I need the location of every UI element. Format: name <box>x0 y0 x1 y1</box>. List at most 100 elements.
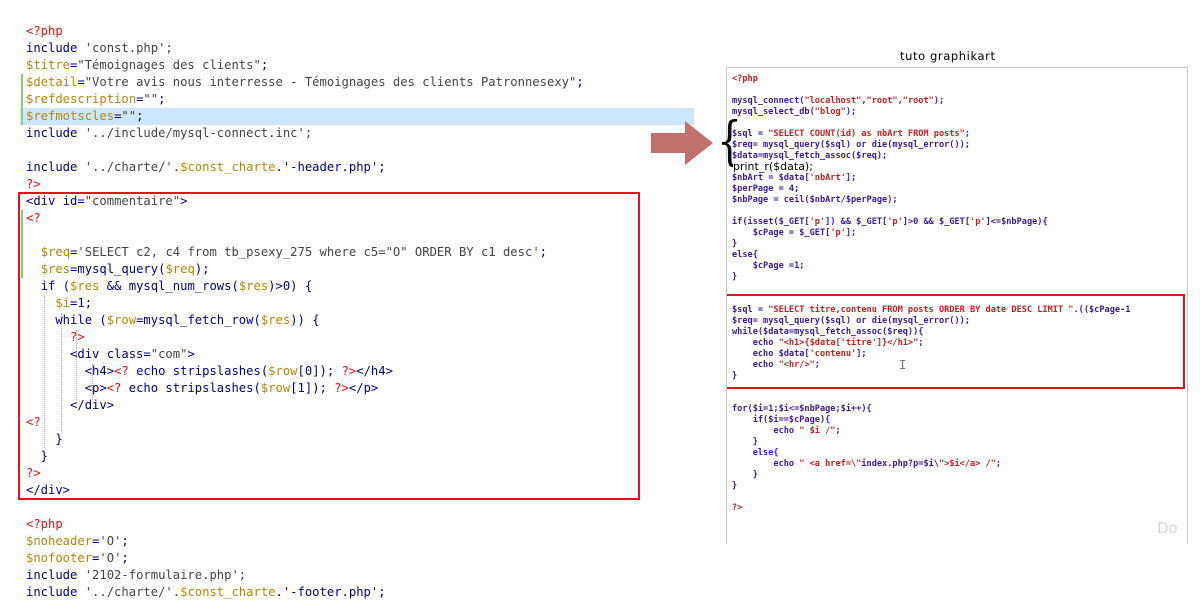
tutorial-code-line: for($i=1;$i<=$nbPage;$i++){ <box>732 404 872 414</box>
code-token: ; <box>260 58 269 72</box>
code-token: ; <box>121 551 129 565</box>
tutorial-code-line: mysql_select_db("blog"); <box>732 107 857 117</box>
code-token: 'O' <box>99 551 122 565</box>
code-line: </div> <box>26 482 70 499</box>
watermark: Do <box>1157 519 1178 537</box>
code-token: "" <box>121 109 137 123</box>
tutorial-code-line: mysql_connect("localhost","root","root")… <box>732 96 945 106</box>
tutorial-code-line: } <box>732 437 758 447</box>
code-token: "Votre avis nous interresse - Témoignage… <box>84 75 577 89</box>
code-token: =mysql_fetch_row( <box>136 313 261 327</box>
code-token: = <box>77 75 85 89</box>
code-line: include '../charte/'.$const_charte.'-hea… <box>26 159 386 176</box>
tutorial-code-line: $req= mysql_query($sql) or die(mysql_err… <box>732 140 970 150</box>
print-r-annotation: print_r($data); <box>733 160 815 173</box>
code-token: ; <box>539 245 547 259</box>
code-line: $req='SELECT c2, c4 from tb_psexy_275 wh… <box>26 244 547 261</box>
code-line: $titre="Témoignages des clients"; <box>26 57 268 74</box>
tutorial-code-line: $cPage = $_GET['p']; <box>732 228 857 238</box>
tutorial-code-line: <?php <box>732 74 758 84</box>
code-line: <div class="com"> <box>26 346 195 363</box>
tutorial-code-line: $cPage =1; <box>732 261 805 271</box>
code-token: $nofooter <box>26 551 93 565</box>
tutorial-code-line: } <box>732 272 738 282</box>
code-token: '../include/mysql-connect.inc'; <box>77 126 313 140</box>
tutorial-code-line: ?> <box>732 503 743 513</box>
code-token: '../charte/'. <box>77 585 181 599</box>
code-line: <?php <box>26 516 63 533</box>
code-line: <?php <box>26 23 63 40</box>
code-token: $refmotscles <box>26 109 115 123</box>
code-token: </div> <box>26 398 115 412</box>
code-token: '../charte/'. <box>77 160 181 174</box>
code-token: "com" <box>150 347 188 361</box>
code-line: <h4><? echo stripslashes($row[0]); ?></h… <box>26 363 393 380</box>
code-token: $row <box>260 381 291 395</box>
code-token: <? <box>106 381 122 395</box>
code-token: ?> <box>70 330 85 344</box>
code-token: )>0) { <box>268 279 313 293</box>
code-token: $row <box>268 364 298 378</box>
code-token: mysql_query( <box>77 262 166 276</box>
code-token: .'-footer.php'; <box>275 585 386 599</box>
code-token: =1; <box>70 296 93 310</box>
code-token: $detail <box>26 75 78 89</box>
code-line: include '../include/mysql-connect.inc'; <box>26 125 312 142</box>
code-token: ; <box>158 92 166 106</box>
code-token: ?> <box>341 364 357 378</box>
code-token: <div <box>26 194 56 208</box>
code-token: <?php <box>26 24 63 38</box>
code-token: 'SELECT c2, c4 from tb_psexy_275 where c… <box>77 245 540 259</box>
code-token: $res <box>238 279 269 293</box>
code-token: '2102-formulaire.php'; <box>77 568 247 582</box>
code-line: <p><? echo stripslashes($row[1]); ?></p> <box>26 380 379 397</box>
tutorial-code-line: echo " $i /"; <box>732 426 841 436</box>
code-token: && mysql_num_rows( <box>99 279 239 293</box>
code-token: include <box>26 41 78 55</box>
code-token: $req <box>40 245 71 259</box>
code-line: while ($row=mysql_fetch_row($res)) { <box>26 312 319 329</box>
tutorial-code-line: } <box>732 481 738 491</box>
code-token: $const_charte <box>180 585 276 599</box>
code-line: include '../charte/'.$const_charte.'-foo… <box>26 584 386 601</box>
tutorial-code-line: $sql = "SELECT COUNT(id) as nbArt FROM p… <box>732 129 971 139</box>
code-token: [0]); <box>297 364 342 378</box>
tutorial-code-line: } <box>732 470 758 480</box>
code-token: while ( <box>26 313 107 327</box>
code-line: <? <box>26 414 41 431</box>
code-token: > <box>187 347 195 361</box>
code-line: $nofooter='O'; <box>26 550 129 567</box>
code-token: } <box>26 432 63 446</box>
code-token: class= <box>99 347 151 361</box>
code-token: $noheader <box>26 534 93 548</box>
code-line: </div> <box>26 397 114 414</box>
code-token: echo stripslashes( <box>128 364 269 378</box>
code-token: "Témoignages des clients" <box>77 58 261 72</box>
code-token: </p> <box>348 381 379 395</box>
code-token: <?php <box>26 517 63 531</box>
code-token: $row <box>106 313 137 327</box>
code-token: include <box>26 585 78 599</box>
code-token: $i <box>55 296 71 310</box>
caption-text: tuto graphikart <box>900 49 996 63</box>
code-line: <? <box>26 210 41 227</box>
code-token: <? <box>114 364 129 378</box>
code-token: ; <box>136 109 144 123</box>
code-line: } <box>26 431 63 448</box>
code-line: ?> <box>26 465 41 482</box>
text-cursor-icon: I <box>899 358 907 372</box>
code-token: ; <box>121 534 129 548</box>
code-line: $noheader='O'; <box>26 533 129 550</box>
code-token: <? <box>26 211 41 225</box>
source-code-editor: <?php include 'const.php'; $titre="Témoign… <box>0 0 700 615</box>
code-token: $titre <box>26 58 71 72</box>
code-token: "commentaire" <box>84 194 181 208</box>
tutorial-code-line: $nbPage = ceil($nbArt/$perPage); <box>732 195 898 205</box>
code-token: <p> <box>26 381 107 395</box>
code-token: .'-header.php'; <box>275 160 386 174</box>
code-token: <h4> <box>26 364 115 378</box>
code-line: ?> <box>26 176 41 193</box>
code-line: include 'const.php'; <box>26 40 173 57</box>
